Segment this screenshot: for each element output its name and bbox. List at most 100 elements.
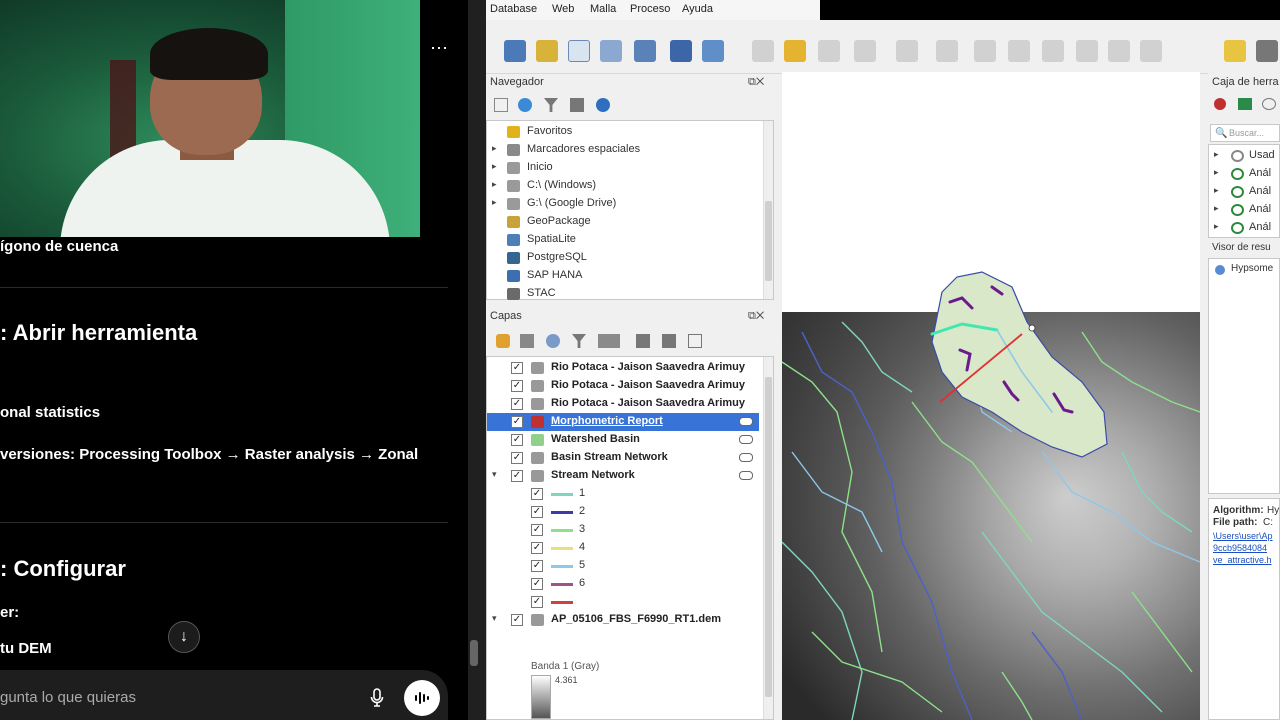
layer-row[interactable]: ✓ Rio Potaca - Jaison Saavedra Arimuy — [487, 395, 759, 413]
legend-class-row[interactable]: ✓ 2 — [487, 503, 759, 521]
redo-icon[interactable] — [1140, 40, 1162, 62]
toolbox-item[interactable]: ▸ Anál — [1209, 183, 1280, 201]
layer-visibility-checkbox[interactable]: ✓ — [511, 362, 523, 374]
navigator-item[interactable]: Favoritos — [487, 123, 763, 141]
expand-arrow-icon[interactable]: ▸ — [492, 179, 497, 190]
models-icon[interactable] — [1238, 98, 1252, 110]
legend-class-row[interactable]: ✓ 4 — [487, 539, 759, 557]
navigator-item[interactable]: ▸ C:\ (Windows) — [487, 177, 763, 195]
recent-algorithms-icon[interactable] — [1214, 98, 1226, 110]
filter-legend-icon[interactable] — [572, 334, 586, 348]
delete-icon[interactable] — [974, 40, 996, 62]
menu-ayuda[interactable]: Ayuda — [682, 3, 713, 15]
toolbox-item[interactable]: ▸ Anál — [1209, 165, 1280, 183]
digitize-icon[interactable] — [600, 40, 622, 62]
more-options-icon[interactable]: ⋯ — [430, 38, 449, 59]
layer-visibility-checkbox[interactable]: ✓ — [511, 380, 523, 392]
layer-row[interactable]: ✓ Morphometric Report — [487, 413, 759, 431]
layer-row[interactable]: ✓ Rio Potaca - Jaison Saavedra Arimuy — [487, 359, 759, 377]
menu-database[interactable]: Database — [490, 3, 537, 15]
microphone-icon[interactable] — [370, 688, 388, 708]
navigator-item[interactable]: GeoPackage — [487, 213, 763, 231]
navigator-item[interactable]: SAP HANA — [487, 267, 763, 285]
temporary-layer-icon[interactable] — [739, 417, 753, 426]
collapse-arrow-icon[interactable]: ▾ — [492, 469, 497, 480]
navigator-item[interactable]: ▸ Inicio — [487, 159, 763, 177]
toolbox-item[interactable]: ▸ Usad — [1209, 147, 1280, 165]
virtual-layer-icon[interactable] — [634, 40, 656, 62]
legend-class-row[interactable]: ✓ 3 — [487, 521, 759, 539]
layer-row[interactable]: ✓ Rio Potaca - Jaison Saavedra Arimuy — [487, 377, 759, 395]
menu-proceso[interactable]: Proceso — [630, 3, 670, 15]
filepath-link[interactable]: 9ccb9584084 — [1213, 543, 1267, 553]
cut-icon[interactable] — [1008, 40, 1030, 62]
filepath-link[interactable]: \Users\user\Ap — [1213, 531, 1273, 541]
toolbox-item[interactable]: ▸ Anál — [1209, 201, 1280, 219]
style-manager-icon[interactable] — [496, 334, 510, 348]
copy-icon[interactable] — [1042, 40, 1064, 62]
filepath-link[interactable]: ve_attractive.h — [1213, 555, 1272, 565]
expand-arrow-icon[interactable]: ▸ — [1214, 185, 1219, 196]
legend-class-row[interactable]: ✓ 1 — [487, 485, 759, 503]
temporary-layer-icon[interactable] — [739, 453, 753, 462]
layer-visibility-checkbox[interactable]: ✓ — [531, 578, 543, 590]
info-icon[interactable] — [596, 98, 610, 112]
layer-visibility-checkbox[interactable]: ✓ — [531, 488, 543, 500]
expand-arrow-icon[interactable]: ▸ — [492, 143, 497, 154]
navigator-scrollbar[interactable] — [763, 121, 773, 299]
vertex-tool-icon[interactable] — [896, 40, 918, 62]
layer-visibility-checkbox[interactable]: ✓ — [511, 470, 523, 482]
remove-layer-icon[interactable] — [688, 334, 702, 348]
legend-class-row[interactable]: ✓ 5 — [487, 557, 759, 575]
toolbox-item[interactable]: ▸ Anál — [1209, 219, 1280, 237]
legend-class-row[interactable]: ✓ — [487, 593, 759, 611]
layer-visibility-checkbox[interactable]: ✓ — [531, 596, 543, 608]
filter-expression-icon[interactable] — [598, 334, 620, 348]
layer-row[interactable]: ▾ ✓ Stream Network — [487, 467, 759, 485]
layer-visibility-checkbox[interactable]: ✓ — [531, 506, 543, 518]
raster-layer-icon[interactable] — [670, 40, 692, 62]
navigator-item[interactable]: PostgreSQL — [487, 249, 763, 267]
toolbox-search[interactable]: 🔍 Buscar... — [1210, 124, 1280, 142]
geopackage-icon[interactable] — [536, 40, 558, 62]
edit-icon[interactable] — [752, 40, 774, 62]
history-icon[interactable] — [1262, 98, 1276, 110]
paste-icon[interactable] — [1076, 40, 1098, 62]
collapse-all-icon[interactable] — [662, 334, 676, 348]
layer-visibility-checkbox[interactable]: ✓ — [511, 416, 523, 428]
menu-malla[interactable]: Malla — [590, 3, 616, 15]
expand-arrow-icon[interactable]: ▸ — [1214, 221, 1219, 232]
expand-arrow-icon[interactable]: ▸ — [1214, 149, 1219, 160]
visibility-icon[interactable] — [546, 334, 560, 348]
label-tool-icon[interactable] — [1256, 40, 1278, 62]
collapse-icon[interactable] — [570, 98, 584, 112]
move-feature-icon[interactable] — [936, 40, 958, 62]
add-group-icon[interactable] — [520, 334, 534, 348]
map-canvas[interactable] — [782, 72, 1200, 720]
layer-visibility-checkbox[interactable]: ✓ — [511, 398, 523, 410]
add-feature-icon[interactable] — [854, 40, 876, 62]
layers-close-icon[interactable]: ⧉✕ — [748, 310, 764, 323]
expand-all-icon[interactable] — [636, 334, 650, 348]
menu-web[interactable]: Web — [552, 3, 574, 15]
expand-arrow-icon[interactable]: ▸ — [1214, 203, 1219, 214]
chat-scrollbar[interactable] — [470, 640, 478, 666]
temporary-layer-icon[interactable] — [739, 435, 753, 444]
expand-arrow-icon[interactable]: ▸ — [1214, 167, 1219, 178]
navigator-item[interactable]: SpatiaLite — [487, 231, 763, 249]
legend-class-row[interactable]: ✓ 6 — [487, 575, 759, 593]
refresh-icon[interactable] — [518, 98, 532, 112]
collapse-arrow-icon[interactable]: ▾ — [492, 613, 497, 624]
layer-visibility-checkbox[interactable]: ✓ — [511, 434, 523, 446]
mesh-layer-icon[interactable] — [702, 40, 724, 62]
vector-layer-icon[interactable] — [568, 40, 590, 62]
expand-arrow-icon[interactable]: ▸ — [492, 197, 497, 208]
pencil-icon[interactable] — [784, 40, 806, 62]
label-icon[interactable] — [1224, 40, 1246, 62]
layer-row[interactable]: ✓ Basin Stream Network — [487, 449, 759, 467]
layer-visibility-checkbox[interactable]: ✓ — [511, 452, 523, 464]
scroll-down-button[interactable]: ↓ — [168, 621, 200, 653]
layer-visibility-checkbox[interactable]: ✓ — [531, 524, 543, 536]
prompt-input[interactable]: gunta lo que quieras — [0, 689, 136, 706]
filter-icon[interactable] — [544, 98, 558, 112]
